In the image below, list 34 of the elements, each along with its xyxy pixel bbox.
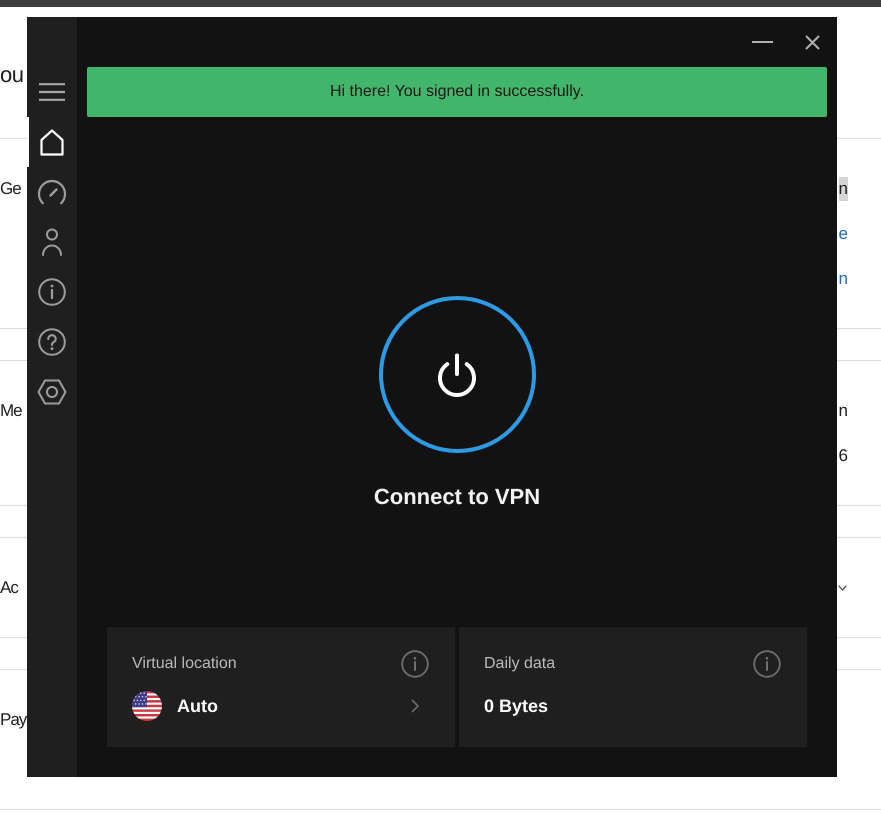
virtual-location-card[interactable]: Virtual location Auto bbox=[107, 627, 455, 747]
card-label: Daily data bbox=[484, 655, 556, 673]
settings-icon bbox=[37, 379, 67, 405]
power-button[interactable] bbox=[378, 296, 536, 453]
help-icon bbox=[38, 328, 66, 356]
link[interactable]: e bbox=[838, 222, 848, 246]
success-banner: Hi there! You signed in successfully. bbox=[87, 67, 827, 117]
person-icon bbox=[41, 228, 63, 256]
card-value: 0 Bytes bbox=[484, 696, 548, 716]
info-icon bbox=[38, 278, 66, 306]
row-label: Ac bbox=[0, 577, 18, 599]
power-icon bbox=[436, 352, 478, 396]
info-icon[interactable] bbox=[401, 650, 429, 678]
info-icon[interactable] bbox=[753, 650, 781, 678]
flag-icon bbox=[132, 691, 162, 721]
home-icon bbox=[40, 128, 64, 156]
menu-icon bbox=[39, 83, 65, 101]
chevron-icon[interactable] bbox=[838, 585, 847, 591]
value-text: n bbox=[838, 400, 848, 422]
page-heading: ou bbox=[0, 61, 24, 89]
row-label: Me bbox=[0, 400, 22, 422]
value-text: 6 bbox=[838, 445, 848, 467]
card-value: Auto bbox=[177, 696, 218, 716]
link[interactable]: n bbox=[838, 267, 848, 291]
highlighted-text: n bbox=[838, 177, 848, 201]
card-label: Virtual location bbox=[132, 655, 237, 673]
connect-label: Connect to VPN bbox=[374, 483, 540, 511]
row-label: Ge bbox=[0, 178, 21, 200]
row-label: Pay bbox=[0, 709, 26, 731]
menu-button[interactable] bbox=[39, 83, 65, 101]
close-icon bbox=[805, 34, 820, 50]
chevron-icon bbox=[411, 699, 419, 713]
minimize-icon bbox=[752, 41, 773, 43]
gauge-icon bbox=[37, 179, 67, 205]
